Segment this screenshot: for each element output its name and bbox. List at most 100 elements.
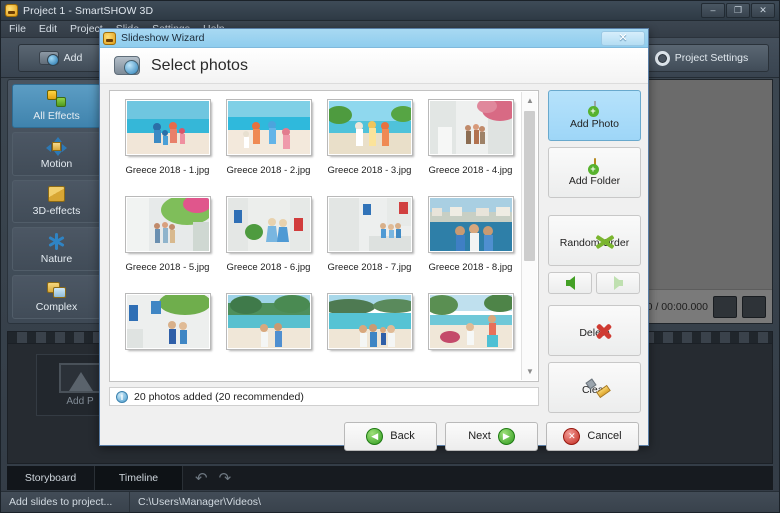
status-path: C:\Users\Manager\Videos\ — [129, 492, 779, 512]
photo-thumbnail — [427, 196, 514, 253]
app-icon — [103, 31, 116, 45]
menu-item-edit[interactable]: Edit — [39, 23, 57, 35]
info-status-bar: i 20 photos added (20 recommended) — [109, 387, 539, 406]
window-title: Project 1 - SmartSHOW 3D — [23, 4, 154, 17]
photo-thumbnail — [326, 196, 413, 253]
photo-list[interactable]: Greece 2018 - 1.jpg Greece 2018 - 2.jpg … — [109, 90, 539, 382]
maximize-button[interactable]: ❐ — [726, 3, 750, 18]
effects-sidebar: All Effects Motion 3D-effects Nature Com… — [7, 79, 106, 324]
tab-storyboard[interactable]: Storyboard — [7, 466, 95, 490]
sidebar-item-3d-effects[interactable]: 3D-effects — [12, 179, 101, 224]
cube-icon — [48, 185, 65, 202]
photo-thumbnail — [427, 293, 514, 350]
sidebar-item-complex[interactable]: Complex — [12, 275, 101, 319]
order-nav-arrows — [548, 272, 641, 294]
chevron-up-icon[interactable]: ▲ — [522, 92, 538, 109]
undo-icon[interactable]: ↶ — [195, 469, 208, 487]
folder-plus-icon — [593, 157, 596, 172]
dialog-footer: ◀ Back Next ▶ ✕ Cancel — [100, 416, 648, 456]
scrollbar-thumb[interactable] — [524, 111, 535, 261]
close-button[interactable]: ✕ — [751, 3, 775, 18]
photo-thumbnail — [225, 99, 312, 156]
add-photo-button[interactable]: Add Photo — [548, 90, 641, 141]
chevron-down-icon[interactable]: ▼ — [522, 363, 538, 380]
sidebar-item-label: All Effects — [33, 109, 80, 122]
green-left-arrow-icon: ◀ — [366, 427, 384, 445]
puzzle-icon — [47, 89, 66, 107]
photo-thumbnail — [124, 196, 211, 253]
redo-icon[interactable]: ↷ — [219, 469, 232, 487]
add-button[interactable]: Add — [18, 44, 103, 72]
photo-name: Greece 2018 - 2.jpg — [226, 165, 311, 176]
info-text: 20 photos added (20 recommended) — [134, 390, 304, 403]
tab-timeline[interactable]: Timeline — [95, 466, 183, 490]
dialog-close-button[interactable]: ✕ — [601, 30, 645, 46]
arrow-right-icon — [613, 276, 623, 290]
photo-thumbnail — [124, 293, 211, 350]
status-hint: Add slides to project... — [9, 496, 113, 508]
app-icon — [5, 4, 18, 17]
photo-item[interactable]: Greece 2018 - 7.jpg — [319, 196, 420, 294]
add-button-label: Add — [63, 52, 83, 64]
photo-name: Greece 2018 - 4.jpg — [428, 165, 513, 176]
project-settings-button[interactable]: Project Settings — [634, 44, 769, 72]
photo-item[interactable]: Greece 2018 - 8.jpg — [420, 196, 521, 294]
undo-redo-group: ↶ ↷ — [183, 466, 243, 490]
photo-item[interactable]: Greece 2018 - 1.jpg — [117, 99, 218, 197]
minimize-button[interactable]: – — [701, 3, 725, 18]
application-window: Project 1 - SmartSHOW 3D – ❐ ✕ File Edit… — [0, 0, 780, 513]
photo-item[interactable] — [420, 293, 521, 381]
camera-icon — [114, 56, 140, 75]
random-order-label: Random Order — [559, 236, 630, 249]
photo-thumbnail — [124, 99, 211, 156]
random-order-button[interactable]: Random Order — [548, 215, 641, 266]
next-button[interactable]: Next ▶ — [445, 421, 538, 451]
fullscreen-icon[interactable] — [742, 295, 766, 318]
photo-item[interactable]: Greece 2018 - 5.jpg — [117, 196, 218, 294]
status-bar: Add slides to project... C:\Users\Manage… — [1, 491, 779, 512]
cancel-label: Cancel — [587, 430, 622, 442]
photo-list-scrollbar[interactable]: ▲ ▼ — [521, 92, 537, 380]
add-photo-label: Add Photo — [569, 117, 620, 130]
photo-thumbnail — [427, 99, 514, 156]
move-left-button[interactable] — [548, 272, 592, 294]
photo-name: Greece 2018 - 8.jpg — [428, 262, 513, 273]
sidebar-item-label: 3D-effects — [32, 205, 81, 218]
arrow-left-icon — [565, 276, 575, 290]
sidebar-item-label: Complex — [35, 301, 78, 314]
sidebar-item-motion[interactable]: Motion — [12, 131, 101, 176]
move-right-button[interactable] — [596, 272, 640, 294]
delete-button[interactable]: Delete — [548, 305, 641, 356]
clear-button[interactable]: Clear — [548, 362, 641, 413]
photo-thumbnail — [326, 293, 413, 350]
sidebar-item-all-effects[interactable]: All Effects — [12, 84, 101, 128]
dialog-titlebar: Slideshow Wizard ✕ — [100, 29, 648, 48]
photo-item[interactable]: Greece 2018 - 2.jpg — [218, 99, 319, 197]
menu-item-project[interactable]: Project — [70, 23, 103, 35]
photo-item[interactable]: Greece 2018 - 6.jpg — [218, 196, 319, 294]
back-button[interactable]: ◀ Back — [344, 421, 437, 451]
menu-item-file[interactable]: File — [9, 23, 26, 35]
photo-actions-panel: Add Photo Add Folder Random Order — [548, 90, 641, 419]
project-settings-label: Project Settings — [674, 52, 749, 64]
page-title: Select photos — [151, 56, 248, 74]
photo-item[interactable]: Greece 2018 - 4.jpg — [420, 99, 521, 197]
window-titlebar: Project 1 - SmartSHOW 3D – ❐ ✕ — [1, 1, 779, 21]
cancel-button[interactable]: ✕ Cancel — [546, 421, 639, 451]
photo-name: Greece 2018 - 3.jpg — [327, 165, 412, 176]
photo-item[interactable] — [319, 293, 420, 381]
camera-icon — [38, 51, 59, 66]
camera-icon[interactable] — [713, 295, 737, 318]
photo-thumbnail — [326, 99, 413, 156]
photo-item[interactable]: Greece 2018 - 3.jpg — [319, 99, 420, 197]
photo-item[interactable] — [218, 293, 319, 381]
image-placeholder-icon — [59, 363, 101, 393]
sidebar-item-nature[interactable]: Nature — [12, 227, 101, 272]
gear-icon — [654, 50, 670, 66]
photo-item[interactable] — [117, 293, 218, 381]
back-label: Back — [390, 430, 415, 442]
photo-name: Greece 2018 - 6.jpg — [226, 262, 311, 273]
photo-name: Greece 2018 - 1.jpg — [125, 165, 210, 176]
photo-name: Greece 2018 - 5.jpg — [125, 262, 210, 273]
add-folder-button[interactable]: Add Folder — [548, 147, 641, 198]
